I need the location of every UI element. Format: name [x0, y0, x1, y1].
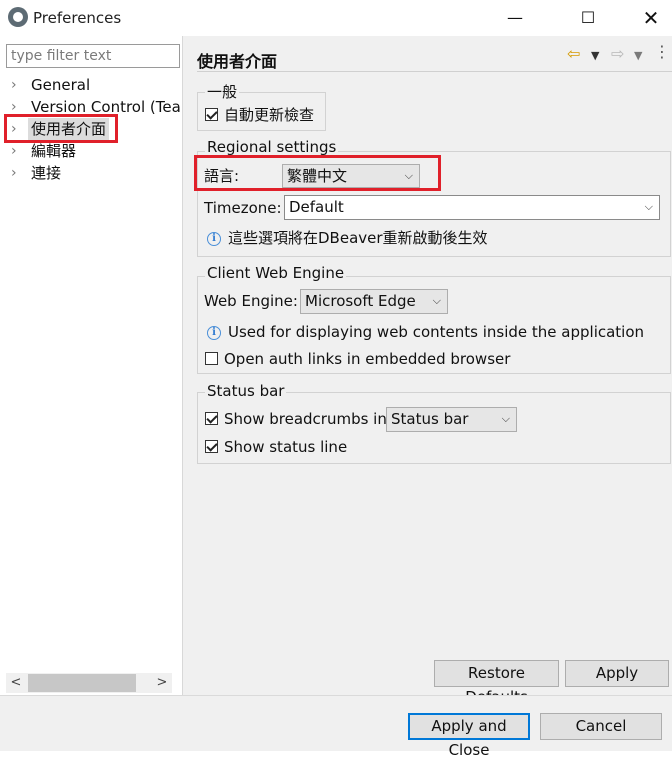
back-arrow-icon[interactable]: ⇦ [567, 44, 580, 63]
apply-and-close-button[interactable]: Apply and Close [408, 713, 530, 759]
web-engine-select[interactable]: Microsoft Edge ⌵ [300, 289, 448, 314]
breadcrumbs-location-select[interactable]: Status bar ⌵ [386, 407, 517, 432]
timezone-select[interactable]: Default ⌵ [284, 195, 660, 220]
title-separator [197, 71, 672, 72]
back-dropdown-icon[interactable]: ▼ [591, 49, 599, 62]
timezone-value: Default [289, 198, 344, 216]
tree-item-label: 編輯器 [31, 142, 77, 160]
group-title-general: 一般 [205, 81, 240, 102]
chevron-right-icon[interactable]: › [11, 162, 25, 184]
group-title-status-bar: Status bar [205, 382, 287, 400]
info-icon: i [207, 232, 221, 246]
restore-defaults-button[interactable]: Restore Defaults [434, 660, 559, 706]
web-engine-label: Web Engine: [204, 292, 298, 310]
forward-dropdown-icon[interactable]: ▼ [634, 49, 642, 62]
tree-item-connections[interactable]: › 連接 [0, 162, 182, 184]
breadcrumbs-label: Show breadcrumbs in [224, 410, 387, 428]
scroll-left-icon[interactable]: < [6, 673, 26, 693]
red-highlight-box [4, 114, 118, 143]
web-engine-value: Microsoft Edge [305, 292, 416, 310]
filter-input[interactable] [6, 44, 180, 68]
auth-links-label: Open auth links in embedded browser [224, 350, 511, 368]
chevron-down-icon[interactable]: ⌵ [433, 290, 441, 312]
scrollbar-thumb[interactable] [28, 674, 136, 692]
tree-item-label: 連接 [31, 164, 62, 182]
apply-button[interactable]: Apply [565, 660, 669, 687]
tree-item-label: General [31, 76, 91, 94]
info-icon: i [207, 326, 221, 340]
cancel-button[interactable]: Cancel [540, 713, 662, 740]
maximize-button[interactable]: ☐ [573, 6, 603, 30]
scroll-right-icon[interactable]: > [152, 673, 172, 693]
horizontal-scrollbar[interactable]: < > [6, 673, 172, 693]
group-title-regional: Regional settings [205, 138, 339, 156]
restart-info-text: 這些選項將在DBeaver重新啟動後生效 [228, 229, 488, 247]
chevron-down-icon[interactable]: ⌵ [645, 196, 653, 218]
web-engine-info-text: Used for displaying web contents inside … [228, 323, 645, 341]
window-title: Preferences [33, 9, 122, 27]
chevron-right-icon[interactable]: › [11, 140, 25, 162]
auth-links-checkbox[interactable] [205, 352, 218, 365]
close-window-button[interactable]: ✕ [636, 6, 666, 30]
page-title: 使用者介面 [197, 52, 278, 71]
chevron-down-icon[interactable]: ⌵ [502, 408, 510, 430]
view-menu-icon[interactable]: ⋮ [654, 42, 670, 61]
breadcrumbs-checkbox[interactable] [205, 412, 218, 425]
status-line-label: Show status line [224, 438, 348, 456]
tree-item-editors[interactable]: › 編輯器 [0, 140, 182, 162]
status-line-checkbox[interactable] [205, 440, 218, 453]
tree-item-general[interactable]: › General [0, 74, 182, 96]
auto-update-checkbox[interactable] [205, 108, 218, 121]
timezone-label: Timezone: [204, 199, 282, 217]
breadcrumbs-location-value: Status bar [391, 410, 469, 428]
forward-arrow-icon[interactable]: ⇨ [611, 44, 624, 63]
red-highlight-box [194, 155, 441, 191]
chevron-right-icon[interactable]: › [11, 74, 25, 96]
dbeaver-app-icon [8, 7, 28, 27]
auto-update-label: 自動更新檢查 [224, 106, 315, 124]
minimize-button[interactable]: — [500, 6, 530, 30]
group-title-web-engine: Client Web Engine [205, 264, 347, 282]
